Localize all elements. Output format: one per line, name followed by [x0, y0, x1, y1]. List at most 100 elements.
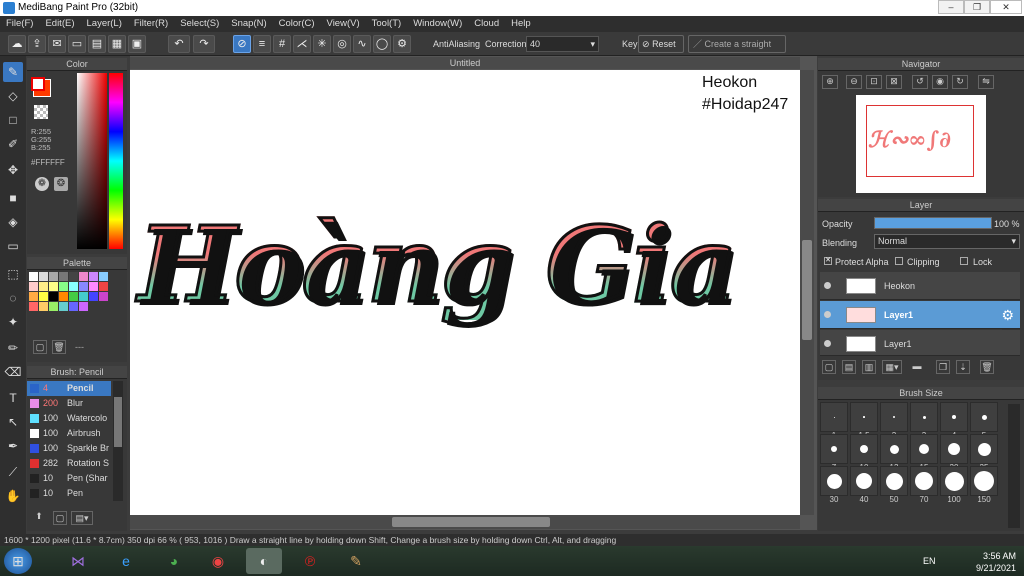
palette-swatch[interactable] [89, 272, 98, 281]
close-button[interactable]: ✕ [990, 0, 1022, 14]
brush-item[interactable]: 100 Airbrush [27, 426, 111, 441]
shape-tool-icon[interactable]: ■ [3, 188, 23, 208]
export-icon[interactable]: ⇪ [28, 35, 46, 53]
reset-button[interactable]: ⊘ Reset [638, 35, 684, 53]
palette-swatch[interactable] [39, 302, 48, 311]
color-wheel-icon[interactable]: ❁ [35, 177, 49, 191]
internet-explorer-icon[interactable]: e [108, 548, 144, 574]
menu-select[interactable]: Select(S) [174, 16, 225, 32]
redo-icon[interactable]: ↷ [193, 35, 215, 53]
palette-swatch[interactable] [99, 272, 108, 281]
new-layer-icon[interactable]: ▢ [822, 360, 836, 374]
palette-swatch[interactable] [79, 282, 88, 291]
menu-file[interactable]: File(F) [0, 16, 39, 32]
palette-swatch[interactable] [49, 302, 58, 311]
layer-menu-icon[interactable]: ▦▾ [882, 360, 902, 374]
layer-row[interactable]: Layer1 [820, 330, 1020, 356]
zoom-in-icon[interactable]: ⊕ [822, 75, 838, 89]
brush-size-cell[interactable]: 70 [910, 466, 938, 504]
brush-size-cell[interactable]: 2 [880, 402, 908, 440]
hand-tool-icon[interactable]: ✋ [3, 486, 23, 506]
secondary-color-swatch[interactable] [31, 77, 45, 91]
visibility-icon[interactable] [824, 340, 831, 347]
settings-icon[interactable]: ⚙ [393, 35, 411, 53]
paint-icon[interactable]: ✎ [338, 548, 374, 574]
menu-view[interactable]: View(V) [321, 16, 366, 32]
brush-size-scrollbar[interactable] [1008, 404, 1020, 528]
minimize-button[interactable]: – [938, 0, 964, 14]
clock[interactable]: 3:56 AM 9/21/2021 [946, 550, 1016, 574]
brush-size-cell[interactable]: 7 [820, 434, 848, 472]
horizontal-scrollbar[interactable] [130, 515, 800, 529]
palette-swatch[interactable] [99, 282, 108, 291]
delete-layer-icon[interactable]: 🗑 [980, 360, 994, 374]
brush-size-cell[interactable]: 20 [940, 434, 968, 472]
palette-swatch[interactable] [89, 292, 98, 301]
layer-row[interactable]: Heokon [820, 272, 1020, 300]
brush-item[interactable]: 100 Sparkle Br [27, 441, 111, 456]
palette-swatch[interactable] [79, 292, 88, 301]
select-eraser-tool-icon[interactable]: ⌫ [3, 362, 23, 382]
folder-icon[interactable]: ▬ [910, 360, 924, 374]
snap-parallel-icon[interactable]: ≡ [253, 35, 271, 53]
merge-layer-icon[interactable]: ⇣ [956, 360, 970, 374]
maximize-button[interactable]: ❐ [964, 0, 990, 14]
save-icon[interactable]: ▤ [88, 35, 106, 53]
menu-edit[interactable]: Edit(E) [39, 16, 80, 32]
blending-select[interactable]: Normal ▾ [874, 234, 1020, 249]
palette-swatch[interactable] [49, 282, 58, 291]
palette-swatch[interactable] [59, 272, 68, 281]
clipping-checkbox[interactable] [895, 257, 903, 265]
grid-icon[interactable]: ▣ [128, 35, 146, 53]
drawing-canvas[interactable]: Heokon #Hoidap247 Hoàng Gia [130, 70, 800, 515]
palette-swatch[interactable] [69, 282, 78, 291]
correction-field[interactable]: 40 ▾ [526, 36, 599, 52]
layout-icon[interactable]: ▦ [108, 35, 126, 53]
comment-icon[interactable]: ✉ [48, 35, 66, 53]
gradient-tool-icon[interactable]: ▭ [3, 236, 23, 256]
add-brush-icon[interactable]: ⬆ [31, 511, 47, 525]
brush-item[interactable]: 4 Pencil [27, 381, 111, 396]
menu-snap[interactable]: Snap(N) [225, 16, 272, 32]
actual-size-icon[interactable]: ⊠ [886, 75, 902, 89]
brush-copy-icon[interactable]: ▢ [53, 511, 67, 525]
palette-swatch[interactable] [79, 272, 88, 281]
select-tool-icon[interactable]: ⬚ [3, 264, 23, 284]
divide-tool-icon[interactable]: ⟋ [3, 462, 23, 482]
delete-palette-icon[interactable]: 🗑 [52, 340, 66, 354]
brush-size-cell[interactable]: 1 [820, 402, 848, 440]
palette-swatch[interactable] [89, 282, 98, 291]
dot-tool-icon[interactable]: □ [3, 110, 23, 130]
snap-perspective-icon[interactable]: ⋌ [293, 35, 311, 53]
color-picker-icon[interactable]: ❂ [54, 177, 68, 191]
palette-swatch[interactable] [79, 302, 88, 311]
brush-size-cell[interactable]: 5 [970, 402, 998, 440]
zoom-out-icon[interactable]: ⊖ [846, 75, 862, 89]
menu-color[interactable]: Color(C) [273, 16, 321, 32]
brush-item[interactable]: 10 Pen [27, 486, 111, 501]
vertical-scrollbar[interactable] [800, 70, 814, 515]
menu-window[interactable]: Window(W) [407, 16, 468, 32]
brush-menu-icon[interactable]: ▤▾ [71, 511, 93, 525]
flip-icon[interactable]: ⇋ [978, 75, 994, 89]
pinterest-icon[interactable]: ℗ [292, 548, 328, 574]
layer-row[interactable]: Layer1 ⚙ [820, 301, 1020, 329]
menu-tool[interactable]: Tool(T) [366, 16, 408, 32]
saturation-value-picker[interactable] [77, 73, 107, 249]
hue-slider[interactable] [109, 73, 123, 249]
palette-swatch[interactable] [39, 272, 48, 281]
snap-ellipse-icon[interactable]: ◯ [373, 35, 391, 53]
palette-swatch[interactable] [69, 292, 78, 301]
brush-size-cell[interactable]: 100 [940, 466, 968, 504]
brush-item[interactable]: 100 Watercolo [27, 411, 111, 426]
brush-size-cell[interactable]: 50 [880, 466, 908, 504]
brush-size-cell[interactable]: 10 [850, 434, 878, 472]
eraser-tool-icon[interactable]: ◇ [3, 86, 23, 106]
transparent-swatch[interactable] [34, 105, 48, 119]
brush-size-cell[interactable]: 30 [820, 466, 848, 504]
language-indicator[interactable]: EN [923, 556, 936, 566]
navigator-preview[interactable]: ℋ∾∞∫∂ [856, 95, 986, 193]
duplicate-layer-icon[interactable]: ❐ [936, 360, 950, 374]
lasso-tool-icon[interactable]: ◌ [3, 288, 23, 308]
protect-alpha-checkbox[interactable]: ✕ [824, 257, 832, 265]
